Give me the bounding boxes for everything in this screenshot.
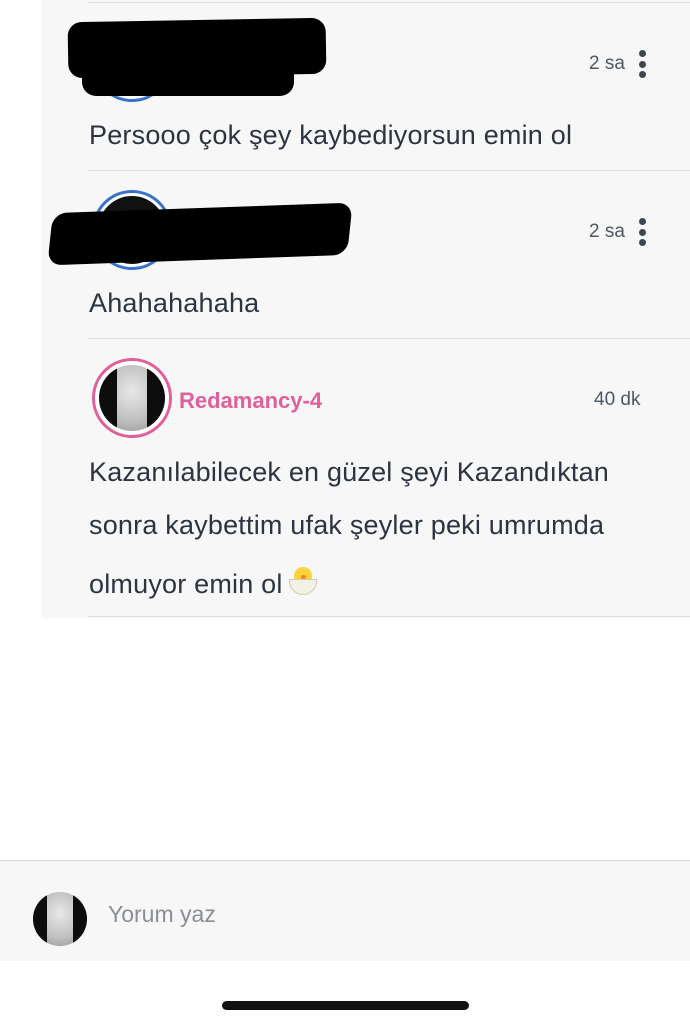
comment-input[interactable]: [108, 897, 608, 931]
home-indicator[interactable]: [222, 1001, 469, 1010]
redaction-mark: [47, 202, 353, 266]
avatar[interactable]: [92, 358, 172, 438]
comment-text-line: Kazanılabilecek en güzel şeyi Kazandıkta…: [89, 457, 610, 487]
comment-timestamp: 40 dk: [594, 389, 641, 410]
divider: [88, 616, 690, 617]
comment-text-line: olmuyor emin ol: [89, 558, 649, 611]
comment-text-segment: olmuyor emin ol: [89, 569, 283, 599]
comment-username[interactable]: Redamancy-4: [179, 388, 322, 414]
comment-timestamp: 2 sa: [589, 221, 625, 242]
current-user-avatar: [33, 892, 87, 946]
more-options-icon[interactable]: [638, 50, 646, 78]
comment-item: Redamancy-4 40 dk Kazanılabilecek en güz…: [42, 338, 690, 618]
comment-timestamp: 2 sa: [589, 53, 625, 74]
comment-text: Persooo çok şey kaybediyorsun emin ol: [89, 120, 573, 150]
hatching-chick-emoji: [287, 565, 319, 597]
comment-thread: 2 sa Persooo çok şey kaybediyorsun emin …: [42, 0, 690, 618]
redaction-mark: [82, 56, 294, 96]
comment-composer: [0, 861, 690, 961]
comment-text: Kazanılabilecek en güzel şeyi Kazandıkta…: [89, 446, 649, 611]
comment-text: Ahahahahaha: [89, 288, 260, 318]
comment-item: 2 sa Ahahahahaha: [42, 170, 690, 338]
avatar-image: [99, 365, 165, 431]
comment-text-line: sonra kaybettim ufak şeyler peki umrumda: [89, 510, 605, 540]
more-options-icon[interactable]: [638, 218, 646, 246]
comment-item: 2 sa Persooo çok şey kaybediyorsun emin …: [42, 0, 690, 170]
